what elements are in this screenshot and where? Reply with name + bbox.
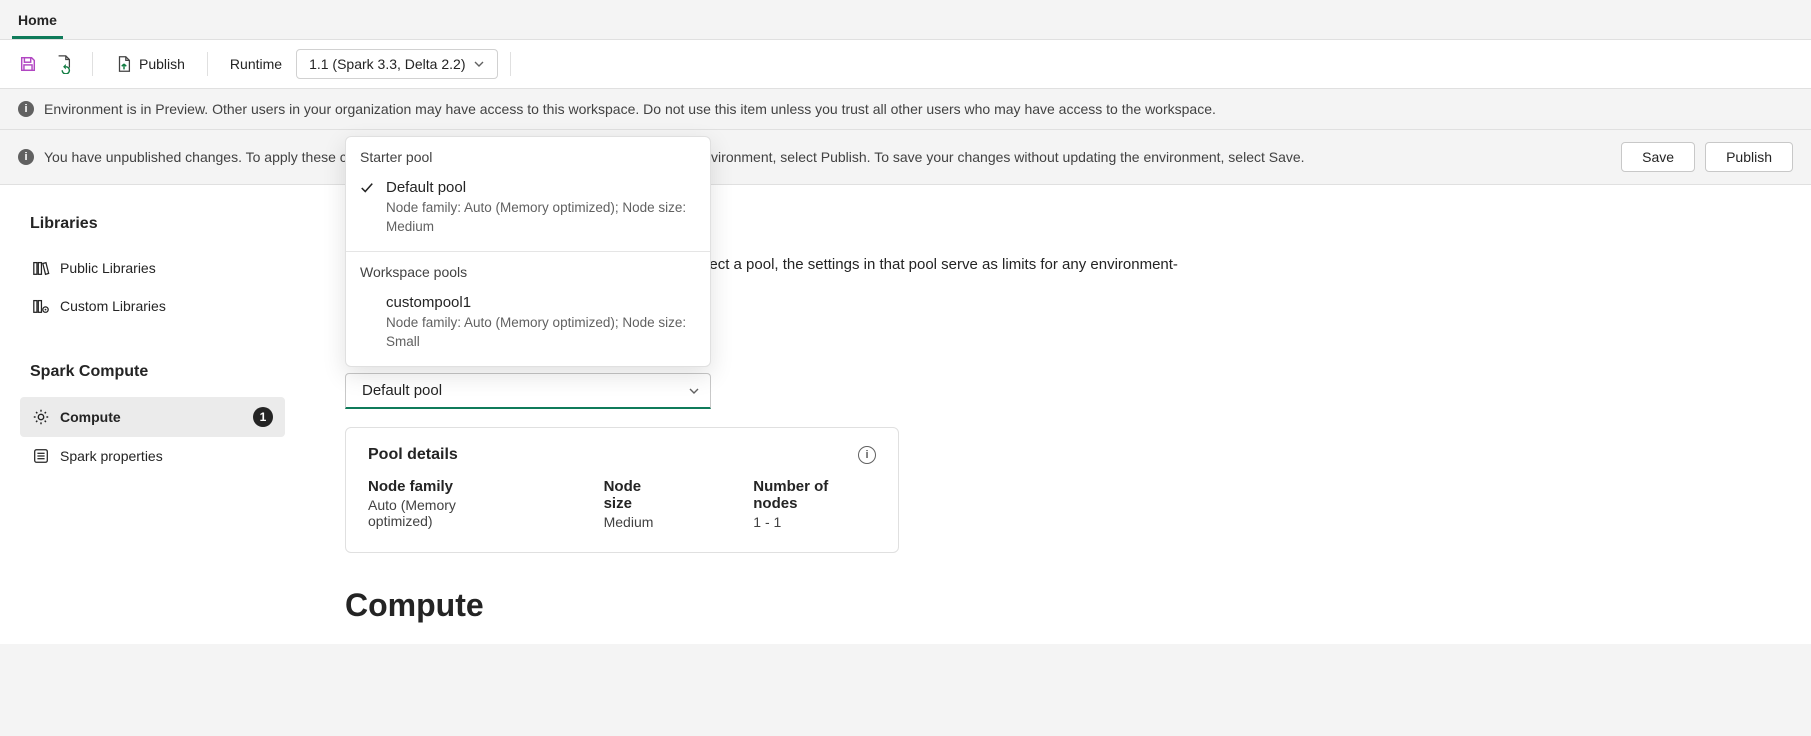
sidebar-item-spark-properties[interactable]: Spark properties	[20, 437, 285, 475]
sidebar: Libraries Public Libraries Custom Librar…	[0, 185, 305, 644]
content-panel: uration Spark job definitions in this en…	[305, 185, 1811, 644]
compute-badge: 1	[253, 407, 273, 427]
node-size-value: Medium	[604, 514, 674, 530]
list-icon	[32, 447, 50, 465]
chevron-down-icon	[473, 58, 485, 70]
sidebar-item-label: Public Libraries	[60, 260, 156, 276]
pool-select-input[interactable]	[360, 381, 688, 400]
tab-home[interactable]: Home	[12, 8, 63, 39]
sidebar-item-label: Compute	[60, 409, 121, 425]
runtime-value: 1.1 (Spark 3.3, Delta 2.2)	[309, 56, 465, 72]
preview-banner-text: Environment is in Preview. Other users i…	[44, 101, 1216, 117]
compute-section-heading: Compute	[345, 587, 1771, 624]
publish-button[interactable]: Publish	[105, 50, 195, 78]
dropdown-option-default-pool[interactable]: Default pool Node family: Auto (Memory o…	[346, 171, 710, 251]
sidebar-item-label: Custom Libraries	[60, 298, 166, 314]
unpublished-banner: i You have unpublished changes. To apply…	[0, 130, 1811, 185]
sidebar-item-label: Spark properties	[60, 448, 163, 464]
info-icon: i	[18, 101, 34, 117]
pool-details-title: Pool details	[368, 446, 458, 464]
sidebar-item-public-libraries[interactable]: Public Libraries	[20, 249, 285, 287]
sidebar-section-spark-compute: Spark Compute	[20, 363, 285, 381]
dropdown-option-desc: Node family: Auto (Memory optimized); No…	[386, 198, 696, 237]
number-of-nodes-value: 1 - 1	[753, 514, 876, 530]
pool-select[interactable]	[345, 373, 711, 409]
dropdown-option-title: custompool1	[386, 294, 696, 311]
floppy-icon	[19, 55, 37, 73]
info-outline-icon[interactable]: i	[858, 446, 876, 464]
preview-banner: i Environment is in Preview. Other users…	[0, 89, 1811, 130]
node-size-label: Node size	[604, 478, 674, 512]
publish-button-label: Publish	[139, 56, 185, 72]
sidebar-section-libraries: Libraries	[20, 215, 285, 233]
pool-dropdown: Starter pool Default pool Node family: A…	[345, 136, 711, 367]
pool-details-card: Pool details i Node family Auto (Memory …	[345, 427, 899, 553]
publish-banner-button[interactable]: Publish	[1705, 142, 1793, 172]
info-icon: i	[18, 149, 34, 165]
sidebar-item-compute[interactable]: Compute 1	[20, 397, 285, 437]
save-button[interactable]: Save	[1621, 142, 1695, 172]
gear-icon	[32, 408, 50, 426]
discard-icon-button[interactable]	[48, 48, 80, 80]
node-family-label: Node family	[368, 478, 524, 495]
save-icon-button[interactable]	[12, 48, 44, 80]
dropdown-group-starter: Starter pool	[346, 137, 710, 171]
node-family-value: Auto (Memory optimized)	[368, 497, 524, 529]
toolbar: Publish Runtime 1.1 (Spark 3.3, Delta 2.…	[0, 40, 1811, 89]
document-refresh-icon	[55, 54, 73, 74]
dropdown-option-custompool1[interactable]: custompool1 Node family: Auto (Memory op…	[346, 286, 710, 366]
runtime-select[interactable]: 1.1 (Spark 3.3, Delta 2.2)	[296, 49, 498, 79]
books-gear-icon	[32, 297, 50, 315]
check-icon	[360, 181, 374, 195]
dropdown-option-desc: Node family: Auto (Memory optimized); No…	[386, 313, 696, 352]
sidebar-item-custom-libraries[interactable]: Custom Libraries	[20, 287, 285, 325]
books-icon	[32, 259, 50, 277]
publish-icon	[115, 55, 133, 73]
dropdown-option-title: Default pool	[386, 179, 696, 196]
runtime-label: Runtime	[220, 51, 292, 77]
chevron-down-icon	[688, 385, 700, 397]
number-of-nodes-label: Number of nodes	[753, 478, 876, 512]
top-tabs: Home	[0, 0, 1811, 40]
dropdown-group-workspace: Workspace pools	[346, 252, 710, 286]
